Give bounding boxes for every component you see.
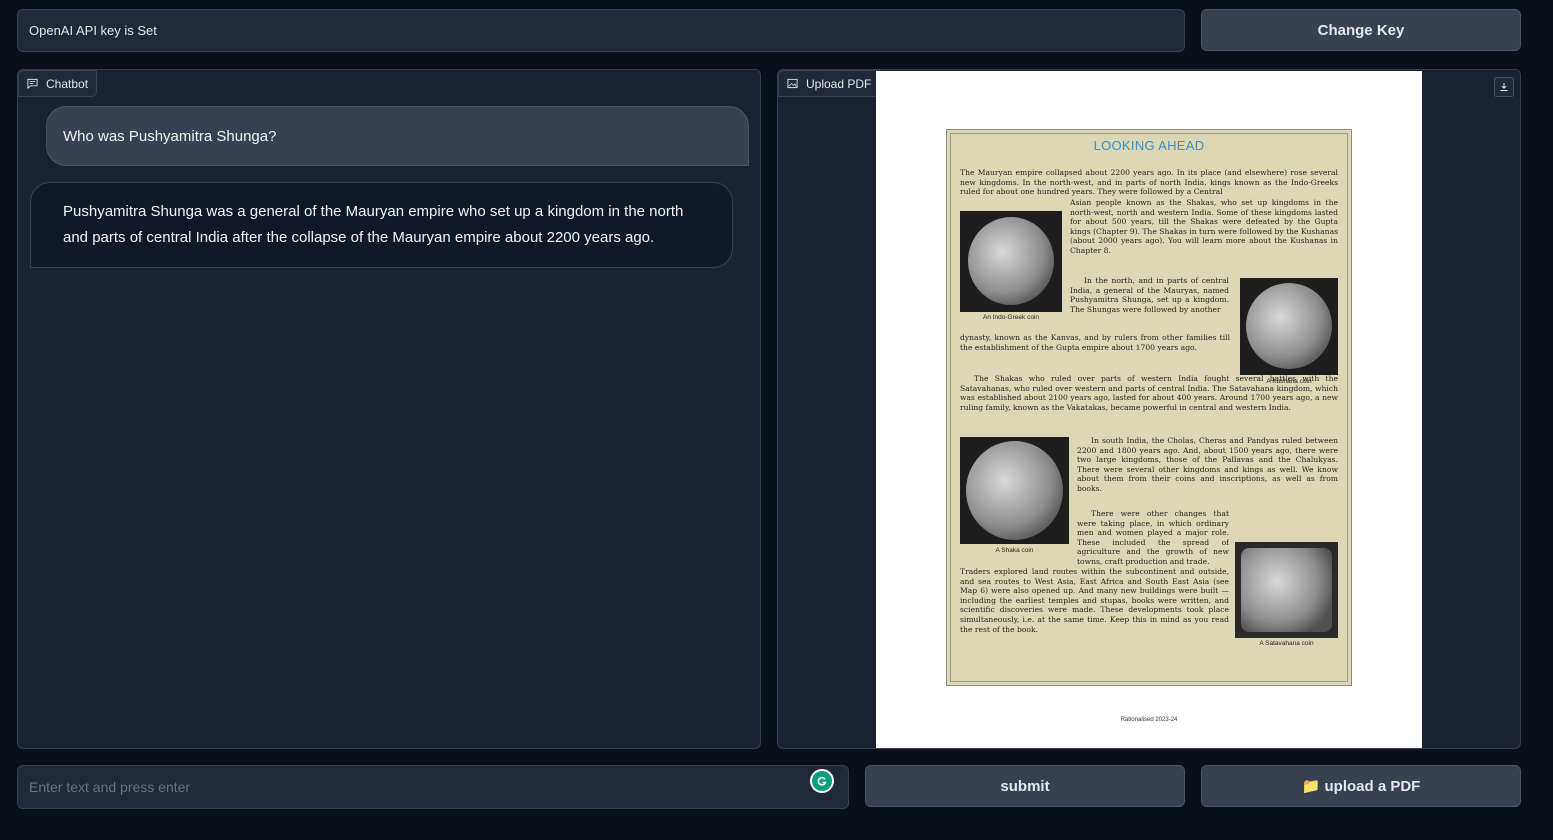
pdf-page-preview: LOOKING AHEAD The Mauryan empire collaps… [876, 71, 1422, 748]
bot-message-text: Pushyamitra Shunga was a general of the … [63, 203, 684, 246]
pdf-footer-text: Rationalised 2023-24 [1120, 717, 1178, 723]
pdf-paragraph: There were other changes that were takin… [1077, 509, 1229, 566]
grammarly-icon[interactable] [810, 769, 834, 793]
pdf-paragraph: The Shakas who ruled over parts of weste… [960, 374, 1338, 412]
image-icon [787, 78, 798, 89]
submit-button[interactable]: submit [865, 765, 1185, 807]
pdf-paragraph: Traders explored land routes within the … [960, 567, 1229, 634]
grammarly-g-icon [817, 776, 827, 786]
user-message-text: Who was Pushyamitra Shunga? [63, 127, 277, 145]
bot-message: Pushyamitra Shunga was a general of the … [30, 182, 733, 268]
indo-greek-coin-image [960, 211, 1062, 312]
pdf-paragraph: In south India, the Cholas, Cheras and P… [1077, 436, 1338, 493]
download-button[interactable] [1494, 77, 1514, 97]
chatbot-label-text: Chatbot [46, 76, 89, 91]
pdf-paragraph: The Mauryan empire collapsed about 2200 … [960, 168, 1338, 197]
pdf-paragraph: Asian people known as the Shakas, who se… [1070, 198, 1338, 255]
pdf-paragraph: In the north, and in parts of central In… [1070, 276, 1229, 314]
upload-pdf-button[interactable]: 📁 upload a PDF [1201, 765, 1521, 807]
pdf-viewer-panel: Upload PDF LOOKING AHEAD The Mauryan emp… [777, 69, 1521, 749]
pdf-caption: An Indo-Greek coin [982, 314, 1039, 321]
chatbot-label: Chatbot [18, 70, 98, 97]
pdf-content-frame: LOOKING AHEAD The Mauryan empire collaps… [946, 129, 1352, 686]
download-icon [1500, 83, 1508, 91]
pdf-caption: A Shaka coin [995, 547, 1034, 554]
change-key-button[interactable]: Change Key [1201, 9, 1521, 51]
shaka-coin-image [960, 437, 1069, 544]
pdf-heading: LOOKING AHEAD [1093, 138, 1205, 153]
kushana-coin-image [1240, 278, 1338, 375]
upload-pdf-label: Upload PDF [778, 70, 881, 97]
pdf-paragraph: dynasty, known as the Kanvas, and by rul… [960, 333, 1230, 352]
chat-input-field[interactable] [17, 765, 849, 809]
upload-pdf-label-text: Upload PDF [806, 76, 872, 91]
user-message: Who was Pushyamitra Shunga? [46, 106, 749, 166]
chat-input[interactable] [29, 779, 837, 795]
pdf-caption: A Satavahana coin [1259, 640, 1314, 647]
api-key-status-text: OpenAI API key is Set [29, 23, 157, 38]
chatbot-panel: Chatbot Who was Pushyamitra Shunga? Push… [17, 69, 761, 749]
chat-icon [27, 78, 38, 89]
satavahana-coin-image [1235, 542, 1338, 638]
api-key-status-field[interactable]: OpenAI API key is Set [17, 9, 1185, 52]
